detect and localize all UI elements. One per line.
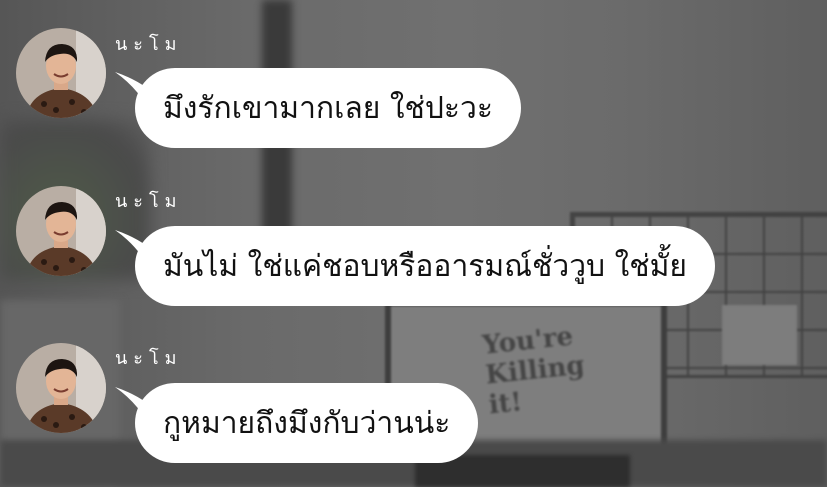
- background-note: [722, 305, 797, 365]
- message-bubble[interactable]: กูหมายถึงมึงกับว่านน่ะ: [135, 383, 479, 463]
- poster-text: You're Killing it!: [481, 321, 586, 421]
- sender-avatar[interactable]: [16, 28, 106, 118]
- sender-name: นะโม: [115, 191, 183, 212]
- message-bubble[interactable]: มึงรักเขามากเลย ใช่ปะวะ: [135, 68, 521, 148]
- sender-name: นะโม: [115, 348, 183, 369]
- sender-avatar[interactable]: [16, 186, 106, 276]
- message-bubble[interactable]: มันไม่ ใช่แค่ชอบหรืออารมณ์ชั่ววูบ ใช่มั้…: [135, 226, 716, 306]
- sender-avatar[interactable]: [16, 343, 106, 433]
- sender-name: นะโม: [115, 34, 183, 55]
